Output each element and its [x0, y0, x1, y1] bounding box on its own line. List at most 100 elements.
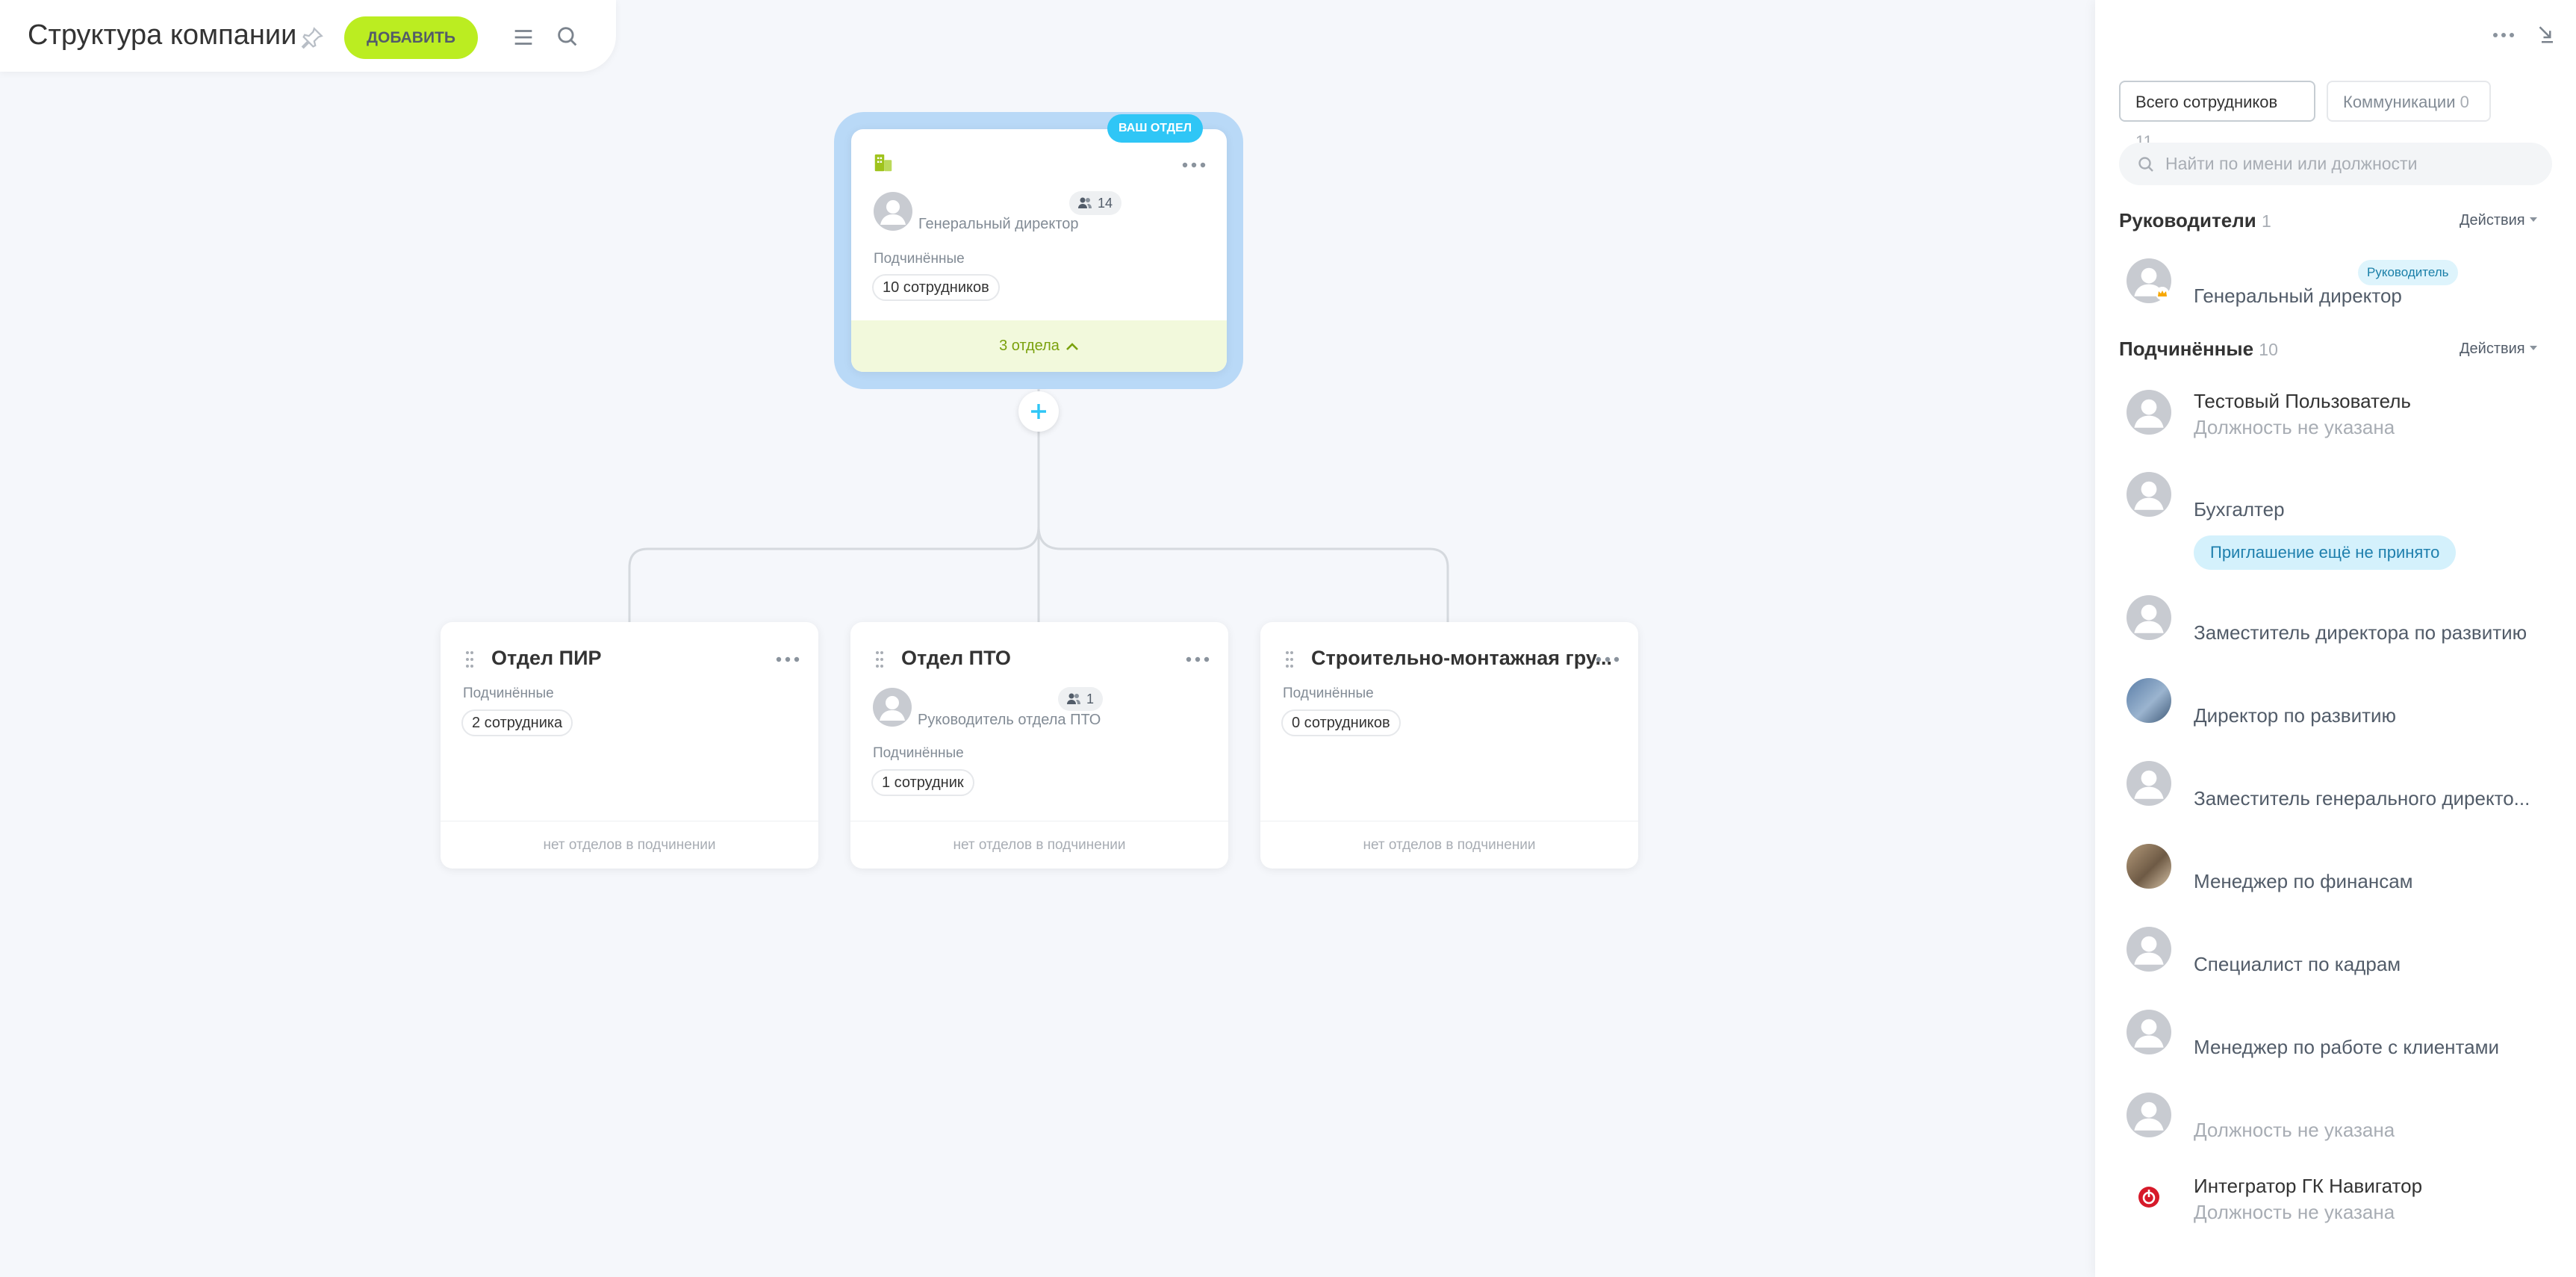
employee-position: Должность не указана — [2194, 416, 2395, 438]
actions-label: Действия — [2460, 341, 2525, 357]
subordinates-label: Подчинённые — [873, 745, 964, 761]
subordinates-label: Подчинённые — [463, 686, 554, 701]
avatar[interactable] — [874, 192, 912, 231]
section-count: 1 — [2261, 211, 2271, 231]
subordinates-count-pill[interactable]: 10 сотрудников — [872, 274, 1000, 301]
more-options-icon[interactable] — [1181, 159, 1207, 171]
employee-count-badge: 1 — [1058, 687, 1104, 711]
employee-list-item[interactable]: Интегратор ГК Навигатор Должность не ука… — [2119, 1172, 2560, 1231]
drag-handle-icon[interactable] — [1284, 650, 1295, 669]
crown-icon — [2156, 287, 2169, 300]
head-position: Руководитель отдела ПТО — [918, 712, 1101, 728]
avatar[interactable] — [2127, 595, 2171, 640]
search-icon — [2138, 157, 2153, 172]
collapse-panel-icon[interactable] — [2534, 22, 2557, 45]
section-label: Подчинённые — [2119, 338, 2254, 360]
building-icon — [874, 154, 892, 172]
section-label: Руководители — [2119, 209, 2256, 232]
department-title: Отдел ПИР — [491, 647, 602, 669]
avatar[interactable] — [873, 688, 912, 727]
subdepartments-count: 3 отдела — [999, 338, 1060, 354]
people-icon — [1078, 197, 1092, 208]
employee-position: Менеджер по финансам — [2194, 870, 2413, 892]
head-list-item[interactable]: Руководитель Генеральный директор — [2119, 255, 2560, 315]
employee-position: Заместитель генерального директо... — [2194, 787, 2530, 810]
employee-position: Бухгалтер — [2194, 498, 2285, 521]
avatar[interactable] — [2127, 1175, 2171, 1219]
tab-count: 0 — [2460, 93, 2469, 111]
subordinates-section-title: Подчинённые 10 — [2119, 338, 2278, 361]
tab-label: Всего сотрудников — [2135, 93, 2278, 111]
subordinates-count-pill[interactable]: 1 сотрудник — [871, 769, 974, 796]
search-input[interactable] — [2165, 143, 2539, 185]
subordinates-count-pill[interactable]: 0 сотрудников — [1281, 709, 1401, 736]
department-details-panel: Всего сотрудников 11 Коммуникации 0 Руко… — [2095, 0, 2576, 1277]
no-subdepartments-label: нет отделов в подчинении — [441, 821, 818, 869]
head-role-badge: Руководитель — [2358, 260, 2458, 285]
avatar[interactable] — [2127, 1093, 2171, 1137]
employee-position: Должность не указана — [2194, 1119, 2395, 1141]
avatar[interactable] — [2127, 761, 2171, 806]
subordinates-actions-dropdown[interactable]: Действия — [2460, 341, 2537, 358]
employee-name[interactable]: Интегратор ГК Навигатор — [2194, 1175, 2422, 1198]
invitation-pending-badge: Приглашение ещё не принято — [2194, 535, 2457, 570]
actions-label: Действия — [2460, 212, 2525, 229]
employee-list-item[interactable]: Бухгалтер Приглашение ещё не принято — [2119, 469, 2560, 574]
add-subdepartment-button[interactable] — [1018, 391, 1059, 432]
employee-position: Специалист по кадрам — [2194, 953, 2401, 975]
more-options-icon[interactable] — [775, 653, 800, 665]
department-card[interactable]: Строительно-монтажная гру... Подчинённые… — [1260, 622, 1638, 869]
subdepartments-footer[interactable]: 3 отдела — [851, 320, 1227, 372]
department-title: Отдел ПТО — [901, 647, 1011, 669]
plus-icon — [1031, 404, 1046, 419]
employee-list-item[interactable]: Менеджер по финансам — [2119, 841, 2560, 901]
employee-list-item[interactable]: Заместитель генерального директо... — [2119, 758, 2560, 818]
avatar[interactable] — [2127, 844, 2171, 889]
employee-position: Директор по развитию — [2194, 704, 2397, 727]
heads-section-title: Руководители 1 — [2119, 209, 2271, 232]
more-options-icon[interactable] — [1185, 653, 1210, 665]
avatar[interactable] — [2127, 678, 2171, 723]
employee-list-item[interactable]: Тестовый Пользователь Должность не указа… — [2119, 387, 2560, 447]
subordinates-count-pill[interactable]: 2 сотрудника — [461, 709, 573, 736]
employee-name[interactable]: Тестовый Пользователь — [2194, 390, 2411, 413]
drag-handle-icon[interactable] — [874, 650, 885, 669]
people-icon — [1067, 693, 1080, 704]
employee-list-item[interactable]: Специалист по кадрам — [2119, 924, 2560, 984]
your-department-badge: ВАШ ОТДЕЛ — [1107, 114, 1203, 143]
department-card[interactable]: Отдел ПИР Подчинённые 2 сотрудника нет о… — [441, 622, 818, 869]
employee-list-item[interactable]: Должность не указана — [2119, 1090, 2560, 1149]
department-card[interactable]: Отдел ПТО 1 Руководитель отдела ПТО Подч… — [850, 622, 1228, 869]
root-department-card[interactable]: 14 Генеральный директор Подчинённые 10 с… — [851, 129, 1227, 372]
employee-position: Заместитель директора по развитию — [2194, 621, 2527, 644]
avatar[interactable] — [2127, 472, 2171, 517]
drag-handle-icon[interactable] — [464, 650, 475, 669]
tab-communications[interactable]: Коммуникации 0 — [2327, 81, 2491, 122]
tab-label: Коммуникации — [2343, 93, 2456, 111]
chevron-up-icon — [1065, 342, 1078, 350]
integrator-logo-icon — [2138, 1187, 2159, 1208]
more-options-icon[interactable] — [2492, 30, 2515, 40]
employee-count: 1 — [1086, 692, 1095, 706]
subdepartments-toggle[interactable]: 3 отдела — [851, 320, 1227, 372]
subordinates-label: Подчинённые — [1283, 686, 1374, 701]
employee-list-item[interactable]: Заместитель директора по развитию — [2119, 592, 2560, 652]
employee-count-badge: 14 — [1069, 191, 1122, 215]
employee-position: Должность не указана — [2194, 1201, 2395, 1223]
section-count: 10 — [2259, 340, 2278, 359]
avatar[interactable] — [2127, 1010, 2171, 1054]
avatar[interactable] — [2127, 390, 2171, 435]
employee-count: 14 — [1098, 196, 1113, 211]
more-options-icon[interactable] — [1595, 653, 1620, 665]
department-title: Строительно-монтажная гру... — [1311, 647, 1612, 669]
employee-search[interactable] — [2119, 143, 2552, 185]
tab-all-employees[interactable]: Всего сотрудников 11 — [2119, 81, 2315, 151]
no-subdepartments-label: нет отделов в подчинении — [1260, 821, 1638, 869]
chevron-down-icon — [2529, 217, 2537, 222]
no-subdepartments-label: нет отделов в подчинении — [850, 821, 1228, 869]
employee-position: Генеральный директор — [2194, 285, 2402, 307]
employee-list-item[interactable]: Менеджер по работе с клиентами — [2119, 1007, 2560, 1066]
employee-list-item[interactable]: Директор по развитию — [2119, 675, 2560, 735]
heads-actions-dropdown[interactable]: Действия — [2460, 212, 2537, 229]
avatar[interactable] — [2127, 927, 2171, 972]
